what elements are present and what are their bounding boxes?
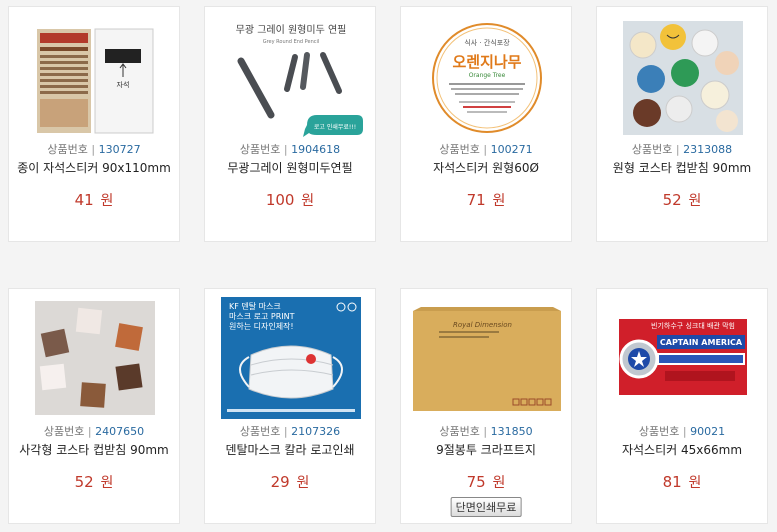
svg-text:원하는 디자인제작!: 원하는 디자인제작! [229,321,294,331]
svg-text:식사 · 간식포장: 식사 · 간식포장 [464,38,510,47]
product-price: 81 원 [662,473,702,491]
svg-text:무광 그레이 원형미두 연필: 무광 그레이 원형미두 연필 [236,24,347,36]
svg-text:마스크 로고 PRINT: 마스크 로고 PRINT [229,312,295,321]
product-thumbnail[interactable]: KF 덴탈 마스크 마스크 로고 PRINT 원하는 디자인제작! [221,297,361,419]
product-card[interactable]: 상품번호 | 2313088 원형 코스타 컵받침 90mm 52 원 [596,6,768,242]
product-card[interactable]: 빈기하수구 싱크대 배관 막힘 CAPTAIN AMERICA 상품번호 | 9… [596,288,768,524]
product-price: 75 원 [466,473,506,491]
product-thumbnail[interactable]: 자석 [35,27,155,135]
product-price: 41 원 [74,191,114,209]
product-name[interactable]: 원형 코스타 컵받침 90mm [597,159,767,176]
product-thumbnail[interactable] [35,301,155,415]
product-code: 상품번호 | 2107326 [239,425,341,438]
product-price: 29 원 [270,473,310,491]
svg-text:Grey Round End Pencil: Grey Round End Pencil [263,39,320,45]
magnet-label: 자석 [117,80,130,89]
product-name[interactable]: 무광그레이 원형미두연필 [205,159,375,176]
product-code: 상품번호 | 90021 [638,425,726,438]
svg-text:CAPTAIN AMERICA: CAPTAIN AMERICA [660,338,743,347]
product-price: 52 원 [74,473,114,491]
svg-text:Royal Dimension: Royal Dimension [453,321,512,329]
product-card[interactable]: 자석 상품번호 | 130727 종이 자석스티커 90x110mm 41 원 [8,6,180,242]
product-code: 상품번호 | 100271 [439,143,533,156]
product-grid: 자석 상품번호 | 130727 종이 자석스티커 90x110mm 41 원 … [0,0,777,532]
product-price: 52 원 [662,191,702,209]
product-card[interactable]: Royal Dimension 상품번호 | 131850 9절봉투 크라프트지… [400,288,572,524]
product-name[interactable]: 덴탈마스크 칼라 로고인쇄 [205,441,375,458]
product-code: 상품번호 | 1904618 [239,143,341,156]
product-code: 상품번호 | 130727 [47,143,141,156]
product-price: 100 원 [265,191,315,209]
product-thumbnail[interactable]: 무광 그레이 원형미두 연필 Grey Round End Pencil 로고 … [219,21,363,137]
svg-text:Orange Tree: Orange Tree [469,72,506,79]
product-card[interactable]: KF 덴탈 마스크 마스크 로고 PRINT 원하는 디자인제작! 상품번호 |… [204,288,376,524]
product-card[interactable]: 무광 그레이 원형미두 연필 Grey Round End Pencil 로고 … [204,6,376,242]
product-name[interactable]: 사각형 코스타 컵받침 90mm [9,441,179,458]
product-name[interactable]: 종이 자석스티커 90x110mm [9,159,179,176]
product-name[interactable]: 9절봉투 크라프트지 [401,441,571,458]
free-print-badge: 단면인쇄무료 [450,497,522,517]
svg-text:빈기하수구 싱크대 배관 막힘: 빈기하수구 싱크대 배관 막힘 [651,321,735,330]
svg-text:오렌지나무: 오렌지나무 [452,53,521,71]
product-name[interactable]: 자석스티커 45x66mm [597,441,767,458]
product-thumbnail[interactable]: 빈기하수구 싱크대 배관 막힘 CAPTAIN AMERICA [619,319,747,395]
product-thumbnail[interactable] [623,21,743,135]
product-thumbnail[interactable]: Royal Dimension [413,305,561,415]
product-price: 71 원 [466,191,506,209]
product-code: 상품번호 | 2407650 [43,425,145,438]
product-code: 상품번호 | 131850 [439,425,533,438]
svg-text:로고 인쇄무료!!!: 로고 인쇄무료!!! [314,123,356,131]
product-thumbnail[interactable]: 식사 · 간식포장 오렌지나무 Orange Tree [425,21,549,135]
svg-text:KF 덴탈 마스크: KF 덴탈 마스크 [229,301,281,311]
product-code: 상품번호 | 2313088 [631,143,733,156]
product-name[interactable]: 자석스티커 원형60Ø [401,159,571,176]
product-card[interactable]: 상품번호 | 2407650 사각형 코스타 컵받침 90mm 52 원 [8,288,180,524]
product-card[interactable]: 식사 · 간식포장 오렌지나무 Orange Tree 상품번호 | 10027… [400,6,572,242]
